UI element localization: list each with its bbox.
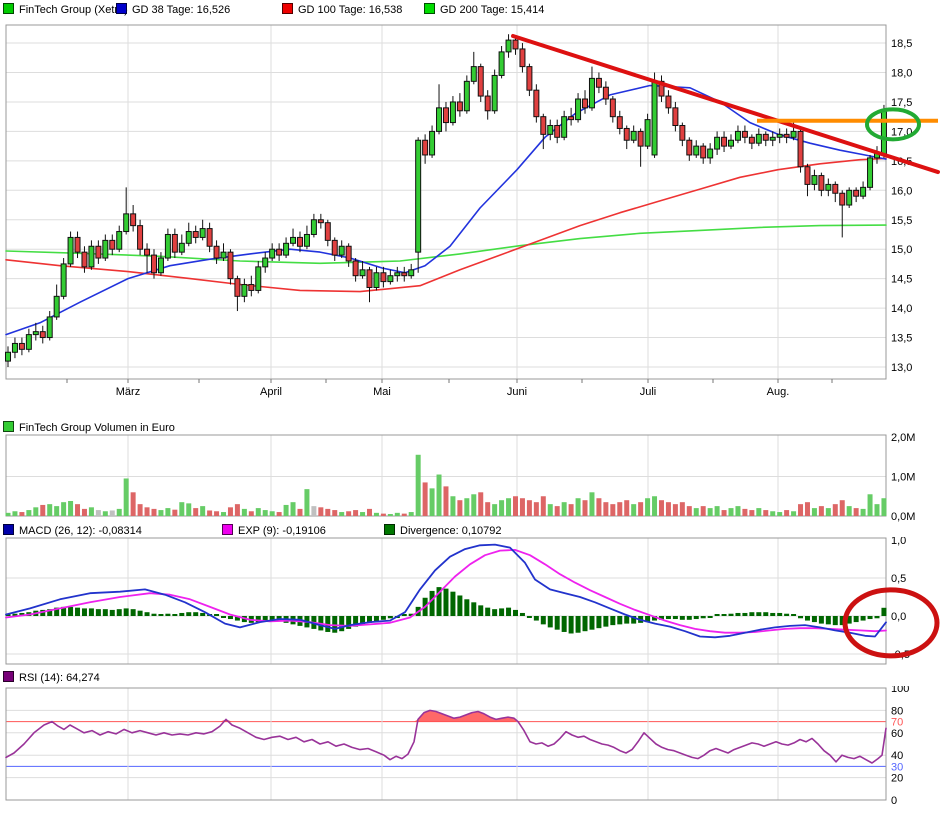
legend-item-rsi: RSI (14): 64,274 [3, 671, 100, 684]
stock-chart-page: FinTech Group (Xetra) GD 38 Tage: 16,526… [0, 0, 940, 814]
main-price-chart: 13,013,514,014,515,015,516,016,517,017,5… [0, 18, 940, 420]
svg-text:60: 60 [891, 728, 903, 740]
svg-text:Juli: Juli [640, 386, 657, 398]
svg-text:14,5: 14,5 [891, 274, 912, 286]
svg-text:18,5: 18,5 [891, 38, 912, 50]
legend-label: Divergence: 0,10792 [400, 525, 502, 537]
macd-swatch-icon [3, 524, 14, 535]
svg-text:April: April [260, 386, 282, 398]
svg-text:13,0: 13,0 [891, 362, 912, 374]
legend-item-exp: EXP (9): -0,19106 [222, 524, 326, 537]
svg-text:30: 30 [891, 761, 903, 773]
main-chart-legend: FinTech Group (Xetra) GD 38 Tage: 16,526… [0, 3, 940, 17]
svg-text:16,0: 16,0 [891, 185, 912, 197]
svg-text:17,5: 17,5 [891, 97, 912, 109]
volume-chart: 0,0M 1,0M 2,0M [0, 433, 940, 523]
svg-text:0: 0 [891, 795, 897, 807]
legend-label: GD 100 Tage: 16,538 [298, 4, 402, 16]
gd200-swatch-icon [424, 3, 435, 14]
svg-text:15,0: 15,0 [891, 244, 912, 256]
svg-text:Juni: Juni [507, 386, 527, 398]
macd-legend: MACD (26, 12): -0,08314 EXP (9): -0,1910… [0, 524, 940, 538]
svg-text:15,5: 15,5 [891, 215, 912, 227]
legend-label: GD 38 Tage: 16,526 [132, 4, 230, 16]
legend-label: EXP (9): -0,19106 [238, 525, 326, 537]
svg-text:0,0: 0,0 [891, 611, 906, 623]
legend-label: GD 200 Tage: 15,414 [440, 4, 544, 16]
svg-text:80: 80 [891, 705, 903, 717]
svg-text:18,0: 18,0 [891, 68, 912, 80]
instrument-swatch-icon [3, 3, 14, 14]
svg-text:März: März [116, 386, 140, 398]
macd-chart: 1,00,50,0-0,5 [0, 537, 940, 670]
svg-text:Mai: Mai [373, 386, 391, 398]
rsi-legend: RSI (14): 64,274 [0, 671, 940, 685]
rsi-chart: 100 807060 403020 0 [0, 686, 940, 814]
svg-text:70: 70 [891, 717, 903, 729]
legend-label: RSI (14): 64,274 [19, 672, 100, 684]
legend-item-gd200: GD 200 Tage: 15,414 [424, 3, 544, 16]
gd38-swatch-icon [116, 3, 127, 14]
svg-text:0,5: 0,5 [891, 573, 906, 585]
rsi-swatch-icon [3, 671, 14, 682]
divergence-swatch-icon [384, 524, 395, 535]
svg-text:Aug.: Aug. [767, 386, 790, 398]
svg-text:0,0M: 0,0M [891, 511, 915, 523]
legend-item-instrument: FinTech Group (Xetra) [3, 3, 128, 16]
legend-label: FinTech Group (Xetra) [19, 4, 128, 16]
svg-text:13,5: 13,5 [891, 333, 912, 345]
svg-text:2,0M: 2,0M [891, 433, 915, 444]
svg-text:1,0M: 1,0M [891, 472, 915, 484]
svg-text:20: 20 [891, 773, 903, 785]
svg-text:100: 100 [891, 686, 909, 695]
volume-swatch-icon [3, 421, 14, 432]
legend-item-gd100: GD 100 Tage: 16,538 [282, 3, 402, 16]
exp-swatch-icon [222, 524, 233, 535]
svg-text:14,0: 14,0 [891, 303, 912, 315]
legend-label: MACD (26, 12): -0,08314 [19, 525, 142, 537]
gd100-swatch-icon [282, 3, 293, 14]
legend-item-macd: MACD (26, 12): -0,08314 [3, 524, 142, 537]
svg-text:1,0: 1,0 [891, 537, 906, 547]
legend-item-divergence: Divergence: 0,10792 [384, 524, 502, 537]
legend-item-gd38: GD 38 Tage: 16,526 [116, 3, 230, 16]
svg-text:40: 40 [891, 750, 903, 762]
